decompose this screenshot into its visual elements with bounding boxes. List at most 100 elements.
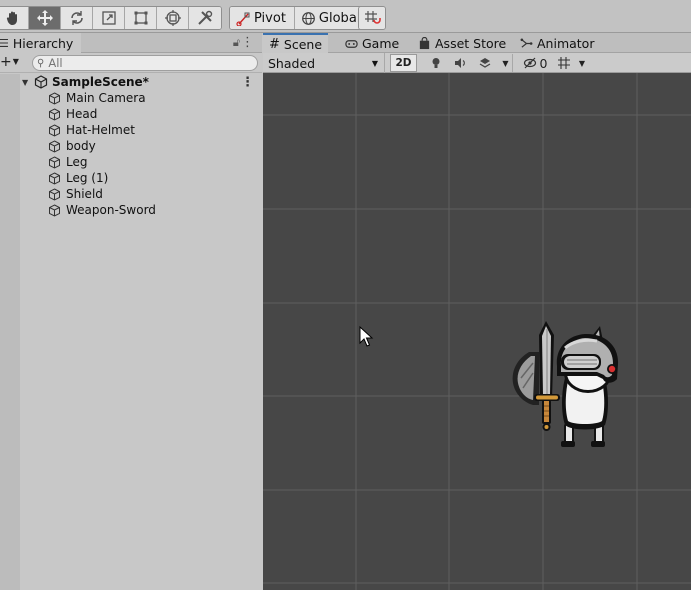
snap-group <box>358 6 386 30</box>
tab-game[interactable]: Game <box>339 33 405 53</box>
scene-row[interactable]: ▼ SampleScene* ⋮ <box>20 74 262 90</box>
rect-tool-button[interactable] <box>125 7 157 29</box>
transform-tools-group <box>0 6 222 30</box>
grid-gizmo-icon <box>558 57 570 69</box>
pivot-label: Pivot <box>254 10 286 26</box>
lighting-toggle-button[interactable] <box>426 54 446 72</box>
rotate-icon <box>70 11 83 25</box>
hierarchy-object-row[interactable]: Hat-Helmet <box>20 122 262 138</box>
audio-toggle-button[interactable] <box>450 54 470 72</box>
gizmo-grid-button[interactable] <box>554 54 574 72</box>
pivot-toggle-button[interactable]: Pivot <box>230 7 295 29</box>
effects-layers-icon <box>479 58 491 68</box>
move-tool-button[interactable] <box>29 7 61 29</box>
pivot-icon <box>236 12 250 26</box>
hidden-count-label: 0 <box>539 55 548 71</box>
hierarchy-object-row[interactable]: Leg (1) <box>20 170 262 186</box>
gameobject-cube-icon <box>49 123 60 137</box>
tab-asset-store-label: Asset Store <box>435 35 507 51</box>
move-arrows-icon <box>36 10 53 26</box>
store-bag-icon <box>419 36 430 49</box>
chevron-down-icon: ▼ <box>578 58 586 68</box>
hierarchy-object-row[interactable]: Weapon-Sword <box>20 202 262 218</box>
hierarchy-object-label: Shield <box>66 187 103 201</box>
gizmo-dropdown-button[interactable]: ▼ <box>575 54 589 72</box>
transform-icon <box>164 10 181 26</box>
chevron-down-icon: ▼ <box>371 58 378 68</box>
hierarchy-tab-bar: ☰ Hierarchy 🔓︎ ⋮ <box>0 33 262 53</box>
panel-menu-icon[interactable]: ⋮ <box>241 35 254 50</box>
lock-icon[interactable]: 🔓︎ <box>233 36 240 50</box>
hierarchy-object-row[interactable]: Shield <box>20 186 262 202</box>
tab-animator-label: Animator <box>537 35 595 51</box>
effects-toggle-button[interactable] <box>475 54 495 72</box>
scene-viewport[interactable] <box>263 73 691 590</box>
scene-canvas[interactable] <box>263 73 691 590</box>
pivot-global-group: Pivot Global <box>229 6 370 30</box>
scene-panel: # Scene Game Asset Store Animator Shaded… <box>263 33 691 590</box>
hierarchy-object-row[interactable]: Head <box>20 106 262 122</box>
gameobject-cube-icon <box>49 107 60 121</box>
globe-icon <box>302 11 315 25</box>
scene-grid <box>263 73 691 590</box>
search-icon: ⚲ <box>37 57 45 69</box>
shading-mode-dropdown[interactable]: Shaded ▼ <box>263 53 385 73</box>
gameobject-cube-icon <box>49 91 60 105</box>
scene-menu-icon[interactable]: ⋮ <box>241 75 254 90</box>
scene-tab-bar: # Scene Game Asset Store Animator <box>263 33 691 53</box>
eye-hidden-icon <box>523 57 536 69</box>
rotate-tool-button[interactable] <box>61 7 93 29</box>
tab-animator[interactable]: Animator <box>514 33 600 53</box>
global-label: Global <box>318 10 361 26</box>
hand-tool-button[interactable] <box>0 7 29 29</box>
knight-character[interactable] <box>512 321 619 447</box>
effects-dropdown-button[interactable]: ▼ <box>499 54 513 72</box>
mouse-cursor-icon <box>359 325 374 347</box>
grid-snap-button[interactable] <box>359 7 385 29</box>
hierarchy-object-label: Head <box>66 107 98 121</box>
shading-mode-label: Shaded <box>268 55 316 71</box>
toggle-2d-button[interactable]: 2D <box>390 54 417 72</box>
main-toolbar: Pivot Global <box>0 0 691 33</box>
speaker-icon <box>455 58 465 68</box>
gameobject-cube-icon <box>49 171 60 185</box>
grid-snap-icon <box>365 11 381 24</box>
gameobject-cube-icon <box>49 187 60 201</box>
gameobject-cube-icon <box>49 203 60 217</box>
custom-tools-button[interactable] <box>189 7 221 29</box>
hat-helmet-sprite[interactable] <box>556 326 619 383</box>
hierarchy-object-label: Leg (1) <box>66 171 109 185</box>
hierarchy-object-row[interactable]: Main Camera <box>20 90 262 106</box>
hierarchy-tab-label: Hierarchy <box>12 35 74 51</box>
hierarchy-list-icon: ☰ <box>0 36 9 50</box>
foldout-arrow-icon[interactable]: ▼ <box>22 78 34 87</box>
tab-scene[interactable]: # Scene <box>263 33 329 53</box>
unity-scene-icon <box>34 75 48 89</box>
tab-hierarchy[interactable]: ☰ Hierarchy <box>0 33 82 53</box>
tab-asset-store[interactable]: Asset Store <box>412 33 512 53</box>
hierarchy-object-row[interactable]: body <box>20 138 262 154</box>
hidden-objects-toggle-button[interactable]: 0 <box>519 54 551 72</box>
scale-icon <box>101 11 116 25</box>
hierarchy-object-label: body <box>66 139 96 153</box>
rect-icon <box>134 11 147 25</box>
hierarchy-search-field[interactable]: ⚲ <box>32 55 258 71</box>
tab-scene-label: Scene <box>283 36 323 52</box>
gamepad-icon <box>345 39 358 48</box>
tools-wrench-icon <box>198 10 213 25</box>
transform-tool-button[interactable] <box>157 7 189 29</box>
hierarchy-search-input[interactable] <box>48 56 229 70</box>
gameobject-cube-icon <box>49 155 60 169</box>
scene-toolbar: Shaded ▼ 2D ▼ 0 ▼ <box>263 53 691 73</box>
hierarchy-object-label: Weapon-Sword <box>66 203 156 217</box>
scale-tool-button[interactable] <box>93 7 125 29</box>
create-dropdown-button[interactable]: +▼ <box>0 54 19 70</box>
tab-game-label: Game <box>362 35 400 51</box>
scene-name-label: SampleScene* <box>52 75 149 89</box>
lightbulb-icon <box>432 58 440 68</box>
hierarchy-panel: ☰ Hierarchy 🔓︎ ⋮ +▼ ⚲ ▼ SampleScene* ⋮ M… <box>0 33 262 590</box>
hierarchy-object-row[interactable]: Leg <box>20 154 262 170</box>
hierarchy-object-label: Leg <box>66 155 88 169</box>
hand-icon <box>6 11 17 25</box>
animator-icon <box>520 37 533 48</box>
